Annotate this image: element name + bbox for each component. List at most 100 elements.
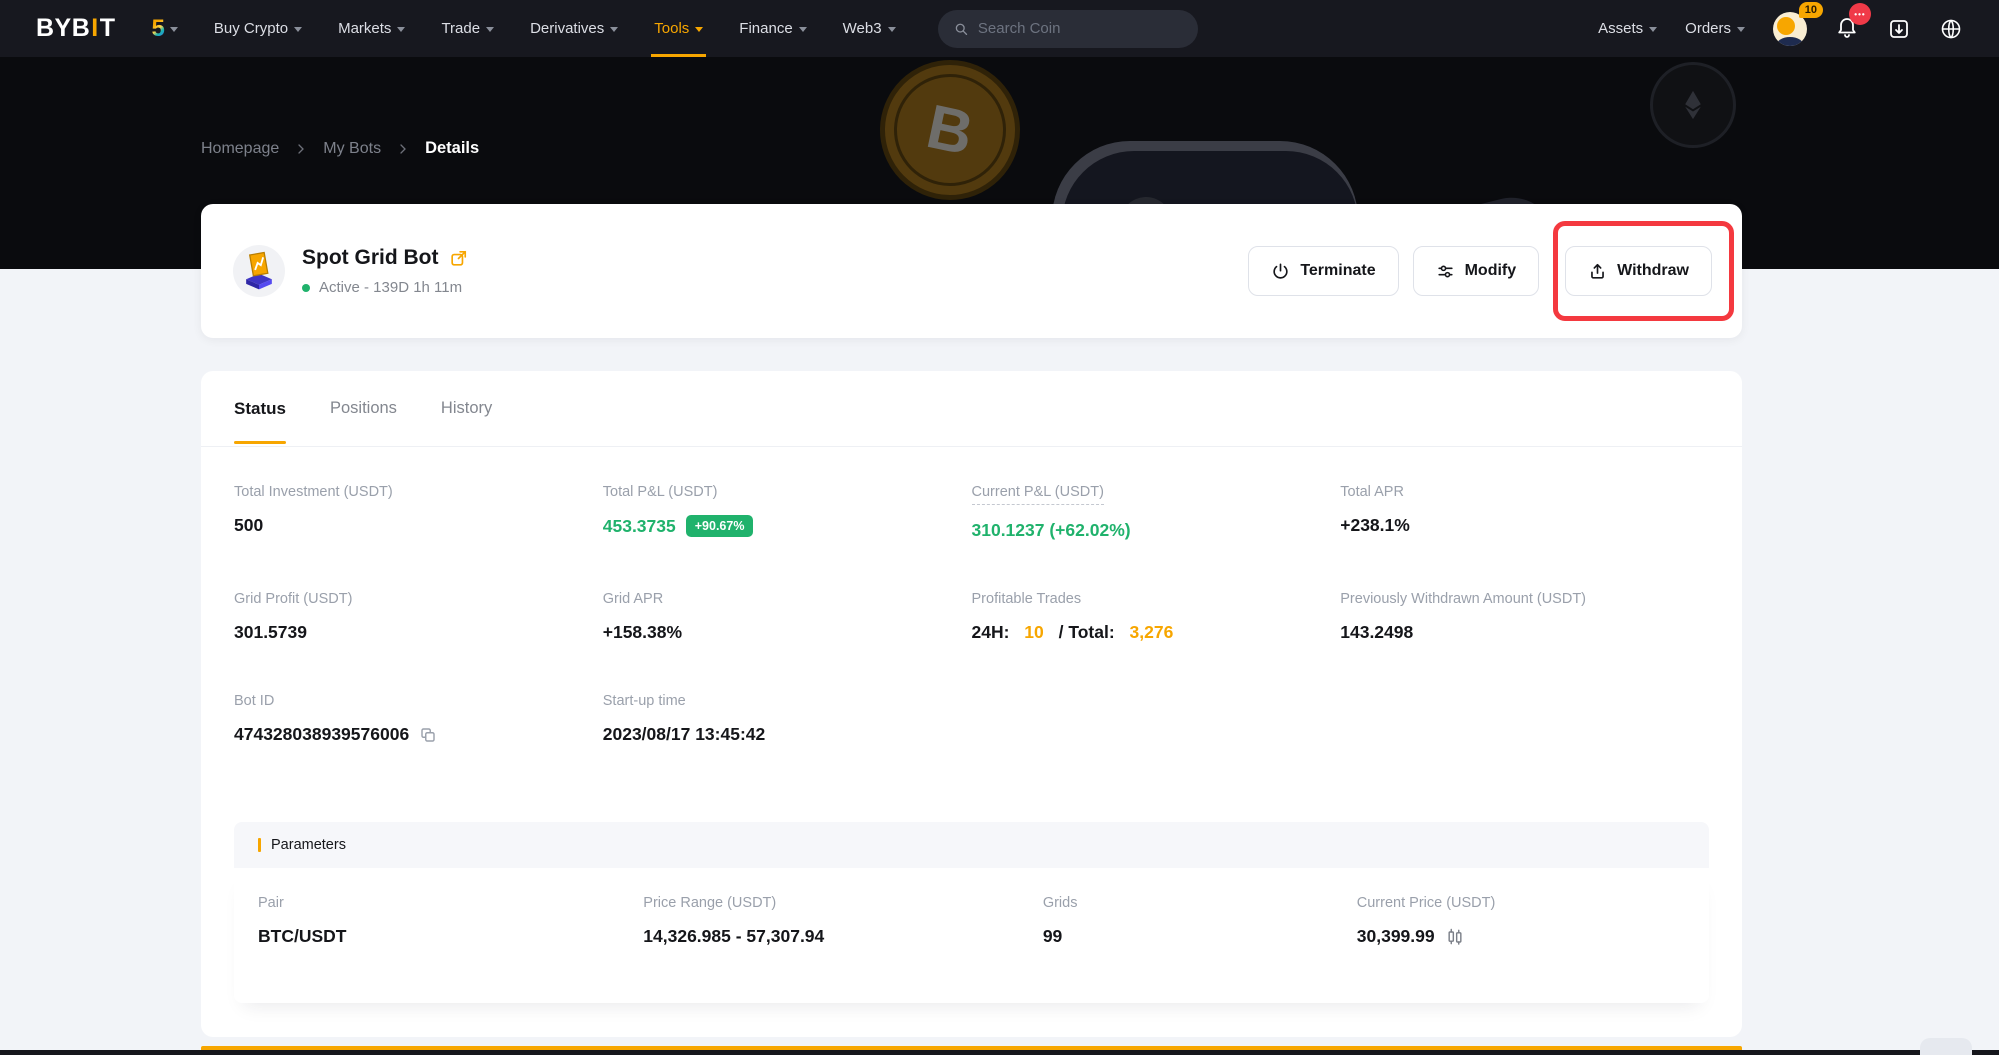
bot-id-value: 474328038939576006 (234, 724, 409, 745)
nav-item-markets[interactable]: Markets (338, 0, 405, 57)
eth-glyph (1676, 88, 1710, 122)
nav-item-orders[interactable]: Orders (1685, 0, 1745, 57)
trades-24h-count: 10 (1024, 622, 1043, 643)
param-price-range: Price Range (USDT) 14,326.985 - 57,307.9… (643, 894, 1043, 947)
withdraw-icon (1588, 262, 1607, 281)
avatar-notification-badge: 10 (1799, 2, 1823, 18)
stat-label: Total APR (1340, 484, 1404, 500)
stat-label: Previously Withdrawn Amount (USDT) (1340, 591, 1586, 607)
nav-item-label: Web3 (843, 20, 882, 37)
download-app-button[interactable] (1887, 17, 1911, 41)
stat-value: BTC/USDT (258, 926, 643, 947)
search-icon (954, 21, 968, 37)
search-input[interactable] (978, 20, 1182, 37)
view-chart-button[interactable] (1445, 927, 1465, 947)
candlestick-chart-icon (1445, 927, 1465, 947)
stat-label-with-tooltip[interactable]: Current P&L (USDT) (972, 484, 1104, 505)
bot-details-card: Status Positions History Total Investmen… (201, 371, 1742, 1037)
nav-item-label: Trade (441, 20, 480, 37)
notifications-button[interactable]: ••• (1835, 14, 1859, 43)
nav-item-tools[interactable]: Tools (654, 0, 703, 57)
breadcrumb: Homepage My Bots Details (201, 139, 479, 158)
stat-label: Start-up time (603, 693, 686, 709)
logo-text: BYB (36, 14, 90, 43)
top-nav: BYBIT 5 Buy Crypto Markets Trade Derivat… (0, 0, 1999, 57)
ethereum-coin-illustration (1650, 62, 1736, 148)
stat-total-apr: Total APR +238.1% (1340, 483, 1709, 541)
modify-button[interactable]: Modify (1413, 246, 1540, 296)
chevron-down-icon (1649, 27, 1657, 32)
nav-item-web3[interactable]: Web3 (843, 0, 896, 57)
nav-item-assets[interactable]: Assets (1598, 0, 1657, 57)
avatar-body-shape (1776, 37, 1804, 46)
stat-value: 2023/08/17 13:45:42 (603, 724, 972, 745)
nav-item-label: Assets (1598, 20, 1643, 37)
chevron-down-icon (695, 27, 703, 32)
stat-label: Bot ID (234, 693, 274, 709)
chevron-down-icon (397, 27, 405, 32)
bot-avatar (233, 245, 285, 297)
bitcoin-coin-illustration: B (867, 57, 1033, 213)
copy-bot-id-button[interactable] (419, 726, 437, 744)
withdraw-button[interactable]: Withdraw (1565, 246, 1712, 296)
nav-item-trade[interactable]: Trade (441, 0, 494, 57)
bot-status-text: Active - 139D 1h 11m (319, 279, 462, 296)
status-dot (302, 284, 310, 292)
anniversary-5-menu[interactable]: 5 (152, 15, 178, 43)
total-pnl-percent-badge: +90.67% (686, 515, 754, 537)
sliders-icon (1436, 262, 1455, 281)
external-link-icon[interactable] (449, 249, 468, 268)
bell-notification-badge: ••• (1849, 3, 1871, 25)
chat-widget[interactable] (1920, 1038, 1972, 1055)
logo-accent-letter: I (90, 14, 99, 43)
stat-value: +158.38% (603, 622, 972, 643)
parameters-title: Parameters (271, 837, 346, 853)
terminate-button[interactable]: Terminate (1248, 246, 1398, 296)
withdraw-wrap: Withdraw (1565, 246, 1712, 296)
tab-history[interactable]: History (441, 371, 492, 446)
language-button[interactable] (1939, 17, 1963, 41)
coin-ring: B (884, 64, 1017, 197)
bybit-logo[interactable]: BYBIT (36, 14, 116, 43)
breadcrumb-homepage[interactable]: Homepage (201, 140, 279, 158)
terminate-label: Terminate (1300, 262, 1375, 280)
stat-label: Profitable Trades (972, 591, 1082, 607)
stat-profitable-trades: Profitable Trades 24H: 10 / Total: 3,276 (972, 590, 1341, 643)
search-box[interactable] (938, 10, 1198, 48)
stat-value: +238.1% (1340, 515, 1709, 536)
tab-status[interactable]: Status (234, 371, 286, 446)
stat-total-pnl: Total P&L (USDT) 453.3735 +90.67% (603, 483, 972, 541)
parameters-section: Parameters Pair BTC/USDT Price Range (US… (234, 822, 1709, 1003)
nav-item-label: Derivatives (530, 20, 604, 37)
chevron-down-icon (888, 27, 896, 32)
breadcrumb-my-bots[interactable]: My Bots (323, 140, 381, 158)
stat-withdrawn-amount: Previously Withdrawn Amount (USDT) 143.2… (1340, 590, 1709, 643)
param-pair: Pair BTC/USDT (258, 894, 643, 947)
withdraw-label: Withdraw (1617, 262, 1689, 280)
trades-24h-label: 24H: (972, 622, 1015, 643)
breadcrumb-details: Details (425, 139, 479, 158)
stat-value: 500 (234, 515, 603, 536)
param-current-price: Current Price (USDT) 30,399.99 (1357, 894, 1685, 947)
stat-label: Total Investment (USDT) (234, 484, 393, 500)
profitable-trades-value: 24H: 10 / Total: 3,276 (972, 622, 1341, 643)
nav-item-derivatives[interactable]: Derivatives (530, 0, 618, 57)
stat-bot-id: Bot ID 474328038939576006 (234, 692, 603, 745)
nav-item-buy-crypto[interactable]: Buy Crypto (214, 0, 302, 57)
trades-total-count: 3,276 (1130, 622, 1174, 643)
tab-positions[interactable]: Positions (330, 371, 397, 446)
user-avatar[interactable]: 10 (1773, 12, 1807, 46)
stat-label: Pair (258, 895, 284, 911)
stat-value: 301.5739 (234, 622, 603, 643)
stat-label: Grid Profit (USDT) (234, 591, 352, 607)
bot-title: Spot Grid Bot (302, 246, 438, 270)
copy-icon (419, 726, 437, 744)
nav-item-label: Orders (1685, 20, 1731, 37)
nav-item-label: Markets (338, 20, 391, 37)
anniversary-5-icon: 5 (152, 15, 165, 43)
chevron-down-icon (610, 27, 618, 32)
logo-text-2: T (100, 14, 116, 43)
param-grids: Grids 99 (1043, 894, 1357, 947)
nav-item-label: Buy Crypto (214, 20, 288, 37)
nav-item-finance[interactable]: Finance (739, 0, 806, 57)
